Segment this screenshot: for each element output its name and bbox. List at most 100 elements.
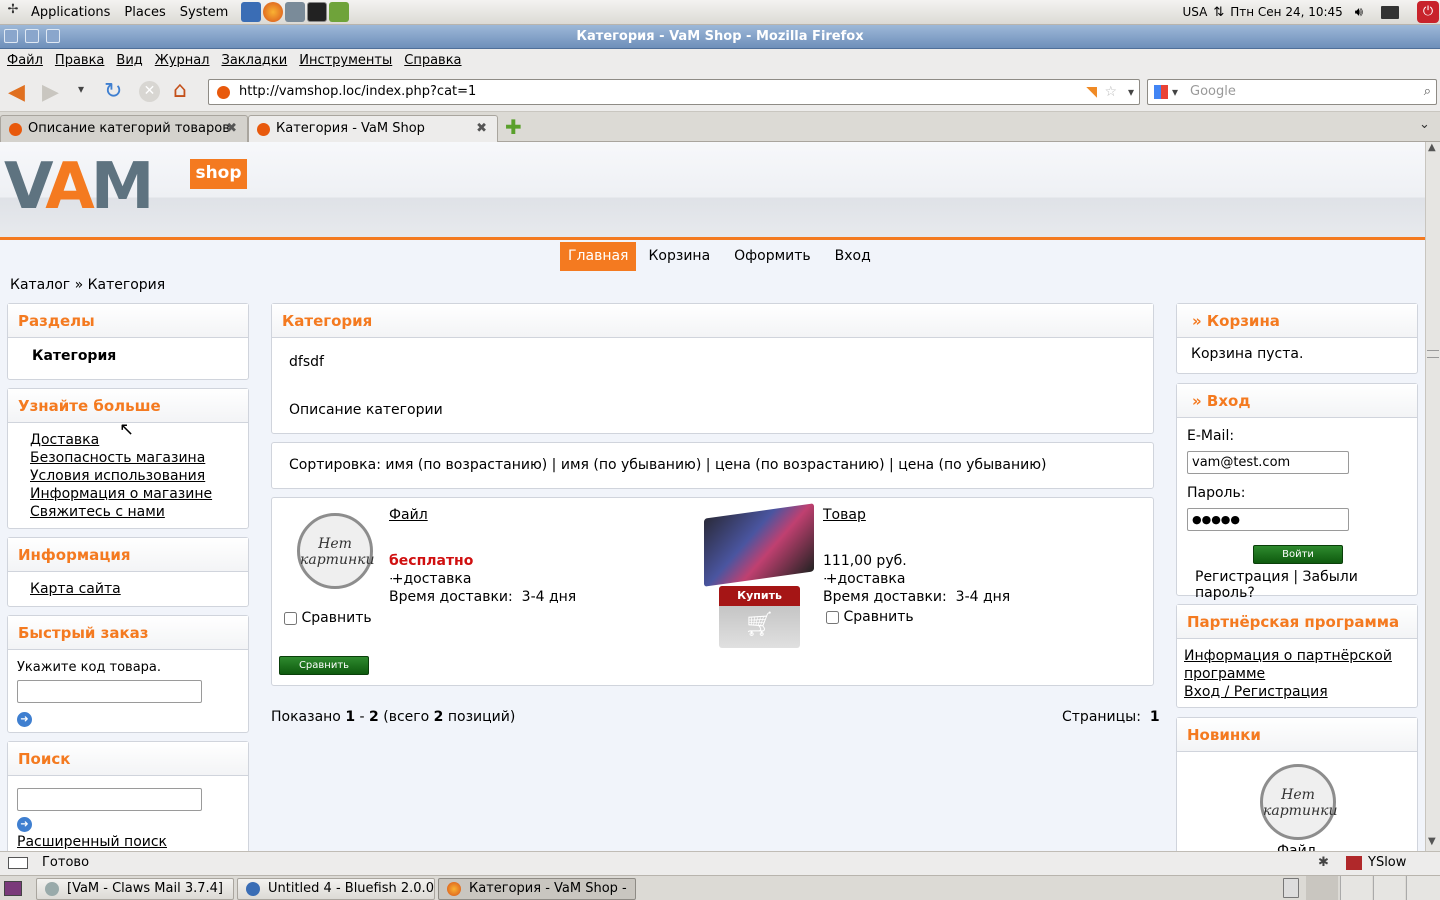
scroll-down-icon[interactable]: ▼ <box>1428 836 1436 847</box>
scroll-thumb-grip[interactable] <box>1427 350 1439 358</box>
close-window-icon[interactable] <box>46 29 60 43</box>
minimize-icon[interactable] <box>25 29 39 43</box>
site-search-go-icon[interactable]: ➜ <box>17 817 32 832</box>
url-bar[interactable]: http://vamshop.loc/index.php?cat=1 ◥ ☆ ▾ <box>208 79 1140 105</box>
shipping-link[interactable]: +доставка <box>391 571 472 587</box>
terminal-launcher-icon[interactable] <box>307 2 328 22</box>
workspace-1[interactable] <box>1306 876 1338 900</box>
email-field[interactable]: vam@test.com <box>1187 451 1349 474</box>
menu-tools[interactable]: Инструменты <box>293 53 398 68</box>
history-dropdown-icon[interactable]: ▾ <box>78 82 84 96</box>
search-go-icon[interactable]: ⌕ <box>1424 80 1431 104</box>
editor-launcher-icon[interactable] <box>329 2 350 22</box>
menu-edit[interactable]: Правка <box>49 53 110 68</box>
reload-icon[interactable]: ↻ <box>104 79 122 104</box>
task-claws-mail[interactable]: [VaM - Claws Mail 3.7.4] <box>36 878 234 900</box>
shutdown-icon[interactable]: ⏻ <box>1417 1 1439 23</box>
gnome-foot-icon[interactable]: ✢ <box>4 2 22 22</box>
menu-help[interactable]: Справка <box>398 53 467 68</box>
keyboard-layout[interactable]: USA <box>1182 5 1207 19</box>
link-store-info[interactable]: Информация о магазине <box>30 485 248 503</box>
url-dropdown-icon[interactable]: ▾ <box>1128 80 1134 104</box>
sort-price-asc[interactable]: цена (по возрастанию) <box>715 457 885 473</box>
task-bluefish[interactable]: Untitled 4 - Bluefish 2.0.0 <box>237 878 435 900</box>
trash-icon[interactable] <box>1283 878 1299 898</box>
applications-menu[interactable]: Applications <box>24 5 117 20</box>
nav-home[interactable]: Главная <box>560 242 637 271</box>
tab-category-descriptions[interactable]: Описание категорий товаров ✖ <box>0 115 248 142</box>
system-menu[interactable]: System <box>173 5 235 20</box>
menu-bookmarks[interactable]: Закладки <box>216 53 294 68</box>
yslow-icon[interactable] <box>1346 856 1362 870</box>
link-security[interactable]: Безопасность магазина <box>30 449 248 467</box>
sort-price-desc[interactable]: цена (по убыванию) <box>898 457 1046 473</box>
volume-icon[interactable]: 🔊︎ <box>1355 5 1363 20</box>
yslow-label[interactable]: YSlow <box>1368 852 1406 874</box>
site-search-input[interactable] <box>17 788 202 811</box>
partner-info-link[interactable]: Информация о партнёрской программе <box>1184 647 1409 683</box>
menu-file[interactable]: Файл <box>1 53 49 68</box>
nav-cart[interactable]: Корзина <box>636 242 722 271</box>
mail-launcher-icon[interactable] <box>241 2 262 22</box>
workspace-3[interactable] <box>1373 876 1405 900</box>
link-contact[interactable]: Свяжитесь с нами <box>30 503 248 521</box>
advanced-search-link[interactable]: Расширенный поиск <box>17 833 167 851</box>
task-firefox[interactable]: Категория - VaM Shop - ... <box>438 878 636 900</box>
menu-view[interactable]: Вид <box>110 53 148 68</box>
nav-checkout[interactable]: Оформить <box>722 242 823 271</box>
places-menu[interactable]: Places <box>117 5 172 20</box>
link-terms[interactable]: Условия использования <box>30 467 248 485</box>
bookmark-star-icon[interactable]: ☆ <box>1104 80 1117 104</box>
link-delivery[interactable]: Доставка <box>30 431 248 449</box>
network-launcher-icon[interactable] <box>285 2 306 22</box>
close-tab-icon[interactable]: ✖ <box>476 116 487 142</box>
stop-icon[interactable]: ✕ <box>139 81 160 102</box>
show-desktop-icon[interactable] <box>4 881 22 896</box>
compare-checkbox[interactable] <box>284 611 297 625</box>
tab-category-vamshop[interactable]: Категория - VaM Shop ✖ <box>248 115 498 143</box>
close-tab-icon[interactable]: ✖ <box>226 116 237 142</box>
rss-icon[interactable]: ◥ <box>1086 80 1097 104</box>
login-button[interactable]: Войти <box>1253 545 1343 564</box>
tab-list-icon[interactable]: ⌄ <box>1419 117 1430 132</box>
new-product-link[interactable]: Файл <box>1277 842 1316 851</box>
home-icon[interactable]: ⌂ <box>173 78 187 103</box>
compare-button[interactable]: Сравнить <box>279 656 369 675</box>
window-menu-icon[interactable] <box>4 29 18 43</box>
sections-item-category[interactable]: Категория <box>8 338 248 364</box>
window-titlebar[interactable]: Категория - VaM Shop - Mozilla Firefox <box>0 25 1440 49</box>
scroll-up-icon[interactable]: ▲ <box>1428 142 1436 153</box>
workspace-4[interactable] <box>1406 876 1440 900</box>
menu-history[interactable]: Журнал <box>149 53 216 68</box>
partner-login-link[interactable]: Вход / Регистрация <box>1184 683 1409 701</box>
workspace-2[interactable] <box>1340 876 1372 900</box>
register-link[interactable]: Регистрация <box>1195 569 1289 585</box>
quick-order-go-icon[interactable]: ➜ <box>17 712 32 727</box>
product-image-graphics-card[interactable] <box>704 503 814 587</box>
firefox-launcher-icon[interactable] <box>263 2 284 22</box>
compare-checkbox[interactable] <box>826 610 839 624</box>
page-scrollbar[interactable]: ▲ ▼ <box>1425 142 1440 851</box>
product-name[interactable]: Товар <box>823 506 866 524</box>
clock[interactable]: Птн Сен 24, 10:45 <box>1230 5 1343 19</box>
engine-dropdown-icon[interactable]: ▾ <box>1172 80 1178 104</box>
forward-icon[interactable]: ▶ <box>42 80 59 105</box>
nav-login[interactable]: Вход <box>823 242 883 271</box>
page-number[interactable]: 1 <box>1150 709 1160 725</box>
new-tab-icon[interactable]: ✚ <box>505 115 522 139</box>
quick-order-input[interactable] <box>17 680 202 703</box>
search-bar[interactable]: ▾ Google ⌕ <box>1147 79 1437 105</box>
site-logo[interactable]: VAM <box>4 154 154 220</box>
sort-name-desc[interactable]: имя (по убыванию) <box>561 457 701 473</box>
no-image-placeholder[interactable]: Нет картинки <box>297 513 375 589</box>
mail-notify-icon[interactable] <box>1381 5 1399 19</box>
no-image-placeholder[interactable]: Нет картинки <box>1260 764 1338 840</box>
link-sitemap[interactable]: Карта сайта <box>30 580 248 598</box>
google-engine-icon[interactable] <box>1154 85 1168 99</box>
bug-icon[interactable]: ✱ <box>1318 852 1329 874</box>
buy-button[interactable]: Купить 🛒︎ <box>719 586 800 648</box>
compare-checkbox-row[interactable]: Сравнить <box>826 609 914 625</box>
shipping-link[interactable]: +доставка <box>825 571 906 587</box>
password-field[interactable]: ●●●●● <box>1187 508 1349 531</box>
product-name[interactable]: Файл <box>389 506 428 524</box>
